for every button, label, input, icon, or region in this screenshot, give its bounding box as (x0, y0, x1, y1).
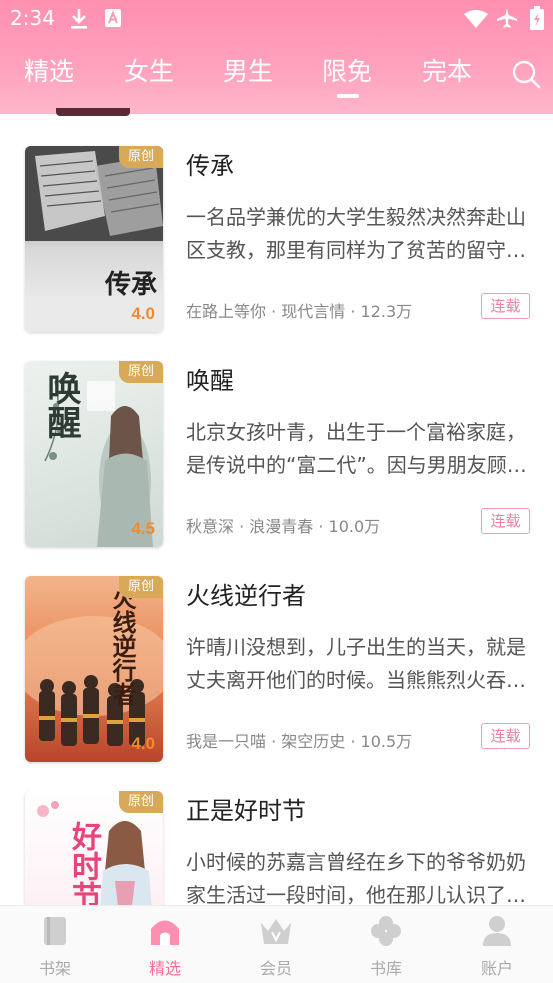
tab-selected[interactable]: 精选 (24, 50, 74, 96)
original-badge: 原创 (119, 576, 163, 598)
bookshelf-icon (44, 917, 66, 945)
nav-label: 精选 (148, 959, 181, 978)
book-item[interactable]: 唤醒 原创 4.5 唤醒 北京女孩叶青，出生于一个富裕家庭， 是传说中的“富二代… (0, 361, 553, 576)
tab-free[interactable]: 限免 (322, 50, 372, 96)
original-badge: 原创 (119, 361, 163, 383)
rating: 4.0 (131, 734, 155, 753)
book-title[interactable]: 唤醒 (186, 361, 234, 396)
download-icon (71, 9, 87, 29)
book-item[interactable]: 火线逆行者 原创 4.0 火线逆行者 许晴川没想到，儿子出生的当天，就是 丈夫离… (0, 576, 553, 791)
account-icon (483, 916, 511, 946)
original-badge: 原创 (119, 791, 163, 813)
cover-title: 唤醒 (41, 371, 81, 439)
book-title[interactable]: 传承 (186, 146, 234, 181)
nav-featured[interactable]: 精选 (110, 906, 220, 983)
description-line: 一名品学兼优的大学生毅然决然奔赴山 (186, 205, 526, 229)
book-cover[interactable]: 唤醒 原创 4.5 (25, 361, 163, 547)
book-title[interactable]: 火线逆行者 (186, 576, 306, 611)
nav-label: 书架 (38, 959, 71, 978)
serial-status-tag: 连载 (481, 293, 530, 319)
bottom-navigation: 书架 精选 会员 书库 账户 (0, 905, 553, 983)
book-cover[interactable]: 好时节 原创 (25, 791, 163, 905)
rating: 4.0 (131, 304, 155, 323)
book-description: 许晴川没想到，儿子出生的当天，就是 丈夫离开他们的时候。当熊熊烈火吞… (186, 631, 531, 697)
book-description: 北京女孩叶青，出生于一个富裕家庭， 是传说中的“富二代”。因与男朋友顾… (186, 416, 531, 482)
description-line: 家生活过一段时间，他在那儿认识了… (186, 883, 526, 905)
description-line: 区支教，那里有同样为了贫苦的留守… (186, 238, 526, 262)
header: 2:34 精选 女生 男生 限免 完本 (0, 0, 553, 114)
search-icon[interactable] (510, 58, 542, 90)
tab-female[interactable]: 女生 (124, 50, 174, 96)
nav-label: 账户 (480, 959, 513, 978)
nav-label: 会员 (259, 959, 292, 978)
book-cover[interactable]: 火线逆行者 原创 4.0 (25, 576, 163, 762)
nav-bookshelf[interactable]: 书架 (0, 906, 110, 983)
tab-completed[interactable]: 完本 (422, 50, 472, 96)
book-item[interactable]: 传承 原创 4.0 传承 一名品学兼优的大学生毅然决然奔赴山 区支教，那里有同样… (0, 146, 553, 361)
serial-status-tag: 连载 (481, 508, 530, 534)
nav-library[interactable]: 书库 (331, 906, 441, 983)
book-description: 小时候的苏嘉言曾经在乡下的爷爷奶奶 家生活过一段时间，他在那儿认识了… (186, 846, 531, 905)
category-tabs: 精选 女生 男生 限免 完本 (0, 50, 553, 100)
description-line: 是传说中的“富二代”。因与男朋友顾… (186, 453, 527, 477)
original-badge: 原创 (119, 146, 163, 168)
tab-male[interactable]: 男生 (223, 50, 273, 96)
book-description: 一名品学兼优的大学生毅然决然奔赴山 区支教，那里有同样为了贫苦的留守… (186, 201, 531, 267)
description-line: 小时候的苏嘉言曾经在乡下的爷爷奶奶 (186, 850, 526, 874)
description-line: 许晴川没想到，儿子出生的当天，就是 (186, 635, 526, 659)
cover-title: 传承 (105, 270, 158, 300)
book-cover[interactable]: 传承 原创 4.0 (25, 146, 163, 332)
wifi-icon (464, 10, 488, 28)
home-icon (151, 920, 179, 945)
book-meta: 我是一只喵 · 架空历史 · 10.5万 (186, 732, 413, 751)
battery-icon (530, 6, 544, 30)
cover-title: 火线逆行者 (108, 586, 137, 706)
book-item[interactable]: 好时节 原创 正是好时节 小时候的苏嘉言曾经在乡下的爷爷奶奶 家生活过一段时间，… (0, 791, 553, 905)
nav-label: 书库 (369, 959, 402, 978)
active-tab-indicator (337, 94, 359, 98)
rating: 4.5 (131, 519, 155, 538)
airplane-icon (497, 8, 517, 28)
nav-membership[interactable]: 会员 (221, 906, 331, 983)
previous-book-cover-edge (56, 108, 130, 116)
book-meta: 秋意深 · 浪漫青春 · 10.0万 (186, 517, 381, 536)
status-time: 2:34 (10, 6, 55, 30)
cover-title: 好时节 (66, 821, 101, 905)
description-line: 北京女孩叶青，出生于一个富裕家庭， (186, 420, 526, 444)
book-title[interactable]: 正是好时节 (186, 791, 306, 826)
serial-status-tag: 连载 (481, 723, 530, 749)
library-icon (371, 916, 401, 946)
app-notification-icon (105, 9, 121, 27)
book-meta: 在路上等你 · 现代言情 · 12.3万 (186, 302, 413, 321)
crown-icon (261, 919, 291, 944)
description-line: 丈夫离开他们的时候。当熊熊烈火吞… (186, 668, 526, 692)
nav-account[interactable]: 账户 (442, 906, 552, 983)
status-bar: 2:34 (0, 0, 553, 38)
